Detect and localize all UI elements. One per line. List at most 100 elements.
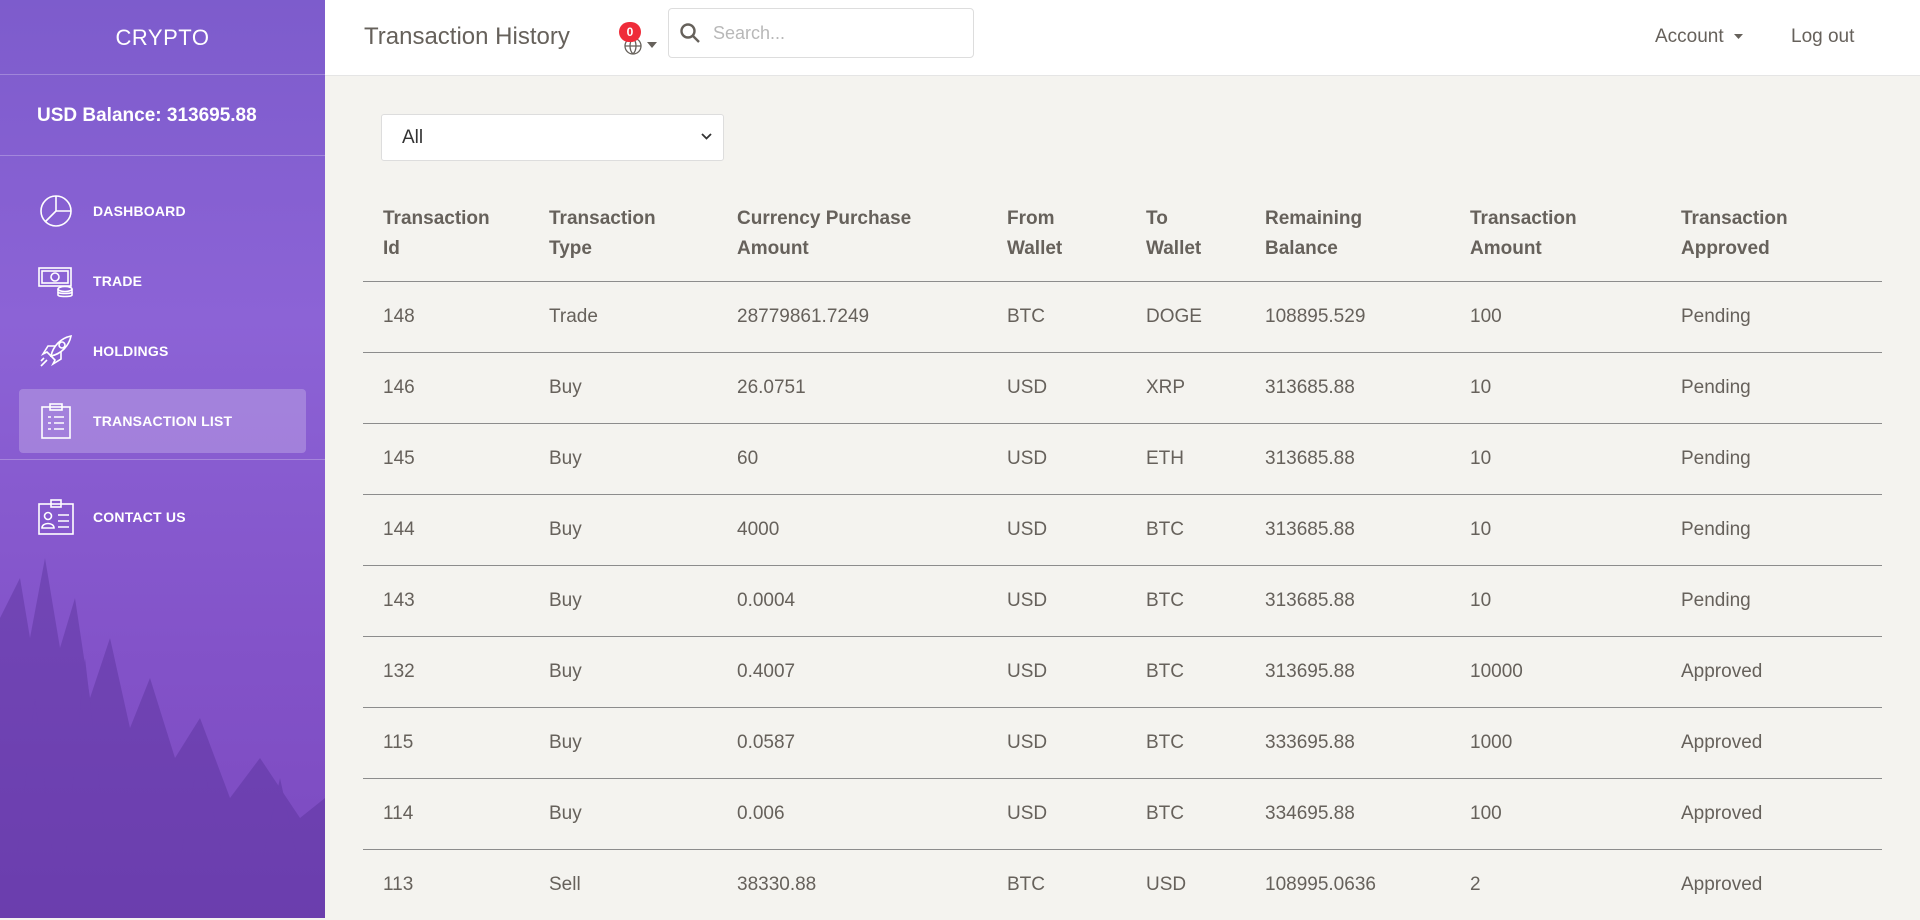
cell-from-wallet: USD <box>987 352 1126 424</box>
sidebar-item-transaction-list[interactable]: TRANSACTION LIST <box>19 389 306 453</box>
cell-transaction-id: 143 <box>363 565 529 637</box>
transaction-table: Transaction Id Transaction Type Currency Pur… <box>363 187 1882 920</box>
cell-transaction-approved: Approved <box>1681 873 1763 895</box>
search-input[interactable] <box>713 17 963 49</box>
column-header-text: Transaction <box>1681 207 1788 229</box>
cell-transaction-type: Buy <box>529 636 717 708</box>
page-title: Transaction History <box>364 23 570 50</box>
sidebar-item-contact-us[interactable]: CONTACT US <box>19 485 306 549</box>
cell-transaction-amount: 10 <box>1450 494 1661 566</box>
cell-from-wallet: BTC <box>1007 873 1045 895</box>
column-header-from-wallet[interactable]: From Wallet <box>987 187 1126 282</box>
table-row[interactable]: 146 Buy 26.0751 USD XRP 313685.88 10 Pending <box>363 352 1882 424</box>
cell-transaction-approved: Pending <box>1661 281 1882 353</box>
column-header-to-wallet[interactable]: To Wallet <box>1126 187 1245 282</box>
cell-currency-purchase-amount: 0.006 <box>717 778 987 850</box>
cell-currency-purchase-amount: 26.0751 <box>717 352 987 424</box>
sidebar-item-label: DASHBOARD <box>93 203 186 219</box>
logout-link[interactable]: Log out <box>1791 26 1854 48</box>
top-navbar: Transaction History 0 Account Log out <box>325 0 1920 76</box>
table-row[interactable]: 115 Buy 0.0587 USD BTC 333695.88 1000 Approved <box>363 707 1882 779</box>
cell-to-wallet: DOGE <box>1126 281 1245 353</box>
cell-transaction-id: 148 <box>363 281 529 353</box>
notification-badge: 0 <box>619 22 641 42</box>
column-header-currency-purchase-amount[interactable]: Currency Purchase Amount <box>717 187 987 282</box>
cell-transaction-id: 115 <box>363 707 529 779</box>
cell-transaction-id: 132 <box>363 636 529 708</box>
table-row[interactable]: 114 Buy 0.006 USD BTC 334695.88 100 Approved <box>363 778 1882 850</box>
cell-currency-purchase-amount: 0.4007 <box>717 636 987 708</box>
column-header-text: Approved <box>1681 237 1770 259</box>
cell-currency-purchase-amount: 38330.88 <box>737 873 817 895</box>
table-body: 148 Trade 28779861.7249 BTC DOGE 108895.529 10… <box>363 281 1882 920</box>
cell-transaction-id: 146 <box>363 352 529 424</box>
notifications-dropdown[interactable]: 0 <box>607 22 657 56</box>
cell-transaction-amount: 10000 <box>1450 636 1661 708</box>
cell-transaction-type: Buy <box>529 565 717 637</box>
sidebar-item-label: TRADE <box>93 273 143 289</box>
table-row[interactable]: 113 Sell 38330.88 BTC USD 108995.0636 2 Approve… <box>363 849 1882 920</box>
cell-to-wallet: ETH <box>1126 423 1245 495</box>
cell-from-wallet: USD <box>987 778 1126 850</box>
cell-transaction-amount: 1000 <box>1450 707 1661 779</box>
column-header-remaining-balance[interactable]: Remaining Balance <box>1245 187 1450 282</box>
column-header-transaction-id[interactable]: Transaction Id <box>363 187 529 282</box>
cell-transaction-amount: 2 <box>1470 873 1481 895</box>
column-header-transaction-type[interactable]: Transaction Type <box>529 187 717 282</box>
cell-to-wallet: BTC <box>1126 707 1245 779</box>
table-row[interactable]: 148 Trade 28779861.7249 BTC DOGE 108895.529 10… <box>363 281 1882 353</box>
transaction-filter-select[interactable]: All <box>381 114 724 161</box>
cell-to-wallet: XRP <box>1126 352 1245 424</box>
cell-to-wallet: BTC <box>1126 494 1245 566</box>
cell-transaction-id: 114 <box>363 778 529 850</box>
sidebar-item-trade[interactable]: TRADE <box>19 249 306 313</box>
cell-transaction-approved: Pending <box>1661 352 1882 424</box>
table-row[interactable]: 144 Buy 4000 USD BTC 313685.88 10 Pending <box>363 494 1882 566</box>
cell-from-wallet: USD <box>987 494 1126 566</box>
cell-transaction-amount: 10 <box>1450 352 1661 424</box>
cell-transaction-id: 113 <box>383 873 414 895</box>
cell-transaction-type: Buy <box>529 352 717 424</box>
cell-transaction-type: Sell <box>549 873 581 895</box>
table-row[interactable]: 145 Buy 60 USD ETH 313685.88 10 Pending <box>363 423 1882 495</box>
cell-from-wallet: USD <box>987 565 1126 637</box>
cell-remaining-balance: 334695.88 <box>1245 778 1450 850</box>
cell-currency-purchase-amount: 4000 <box>717 494 987 566</box>
account-label: Account <box>1655 26 1724 47</box>
chevron-down-icon <box>647 42 657 48</box>
cell-transaction-amount: 100 <box>1450 778 1661 850</box>
pie-chart-icon <box>38 193 74 229</box>
cell-transaction-type: Buy <box>529 707 717 779</box>
sidebar-nav: DASHBOARD TRADE HOLDINGS TRANSACTION LIS… <box>0 156 325 453</box>
forest-background-image <box>0 558 325 918</box>
column-header-text: Transaction <box>383 207 490 229</box>
cell-remaining-balance: 313685.88 <box>1245 423 1450 495</box>
column-header-transaction-amount[interactable]: Transaction Amount <box>1450 187 1661 282</box>
cell-transaction-amount: 10 <box>1450 565 1661 637</box>
table-row[interactable]: 132 Buy 0.4007 USD BTC 313695.88 10000 Approved <box>363 636 1882 708</box>
column-header-transaction-approved[interactable]: Transaction Approved <box>1661 187 1882 282</box>
account-dropdown[interactable]: Account <box>1655 26 1743 48</box>
column-header-text: Transaction <box>1470 207 1577 229</box>
table-row[interactable]: 143 Buy 0.0004 USD BTC 313685.88 10 Pending <box>363 565 1882 637</box>
sidebar-item-holdings[interactable]: HOLDINGS <box>19 319 306 383</box>
cell-transaction-amount: 10 <box>1450 423 1661 495</box>
cell-to-wallet: USD <box>1146 873 1187 895</box>
brand-logo[interactable]: CRYPTO <box>0 0 325 75</box>
sidebar: CRYPTO USD Balance: 313695.88 DASHBOARD <box>0 0 325 918</box>
cell-transaction-approved: Approved <box>1661 778 1882 850</box>
search-icon <box>680 23 700 43</box>
sidebar-item-dashboard[interactable]: DASHBOARD <box>19 179 306 243</box>
cell-transaction-approved: Pending <box>1661 565 1882 637</box>
cell-to-wallet: BTC <box>1126 778 1245 850</box>
cell-transaction-type: Buy <box>529 778 717 850</box>
usd-balance: USD Balance: 313695.88 <box>0 75 325 156</box>
cell-remaining-balance: 108995.0636 <box>1265 873 1376 895</box>
cell-transaction-id: 145 <box>363 423 529 495</box>
cell-currency-purchase-amount: 0.0587 <box>717 707 987 779</box>
column-header-text: Amount <box>1470 237 1542 259</box>
main-content: All Transaction Id Transaction Type Currency… <box>325 76 1920 918</box>
column-header-text: From <box>1007 207 1055 229</box>
sidebar-secondary-nav: CONTACT US <box>0 485 325 549</box>
column-header-text: Balance <box>1265 237 1338 259</box>
